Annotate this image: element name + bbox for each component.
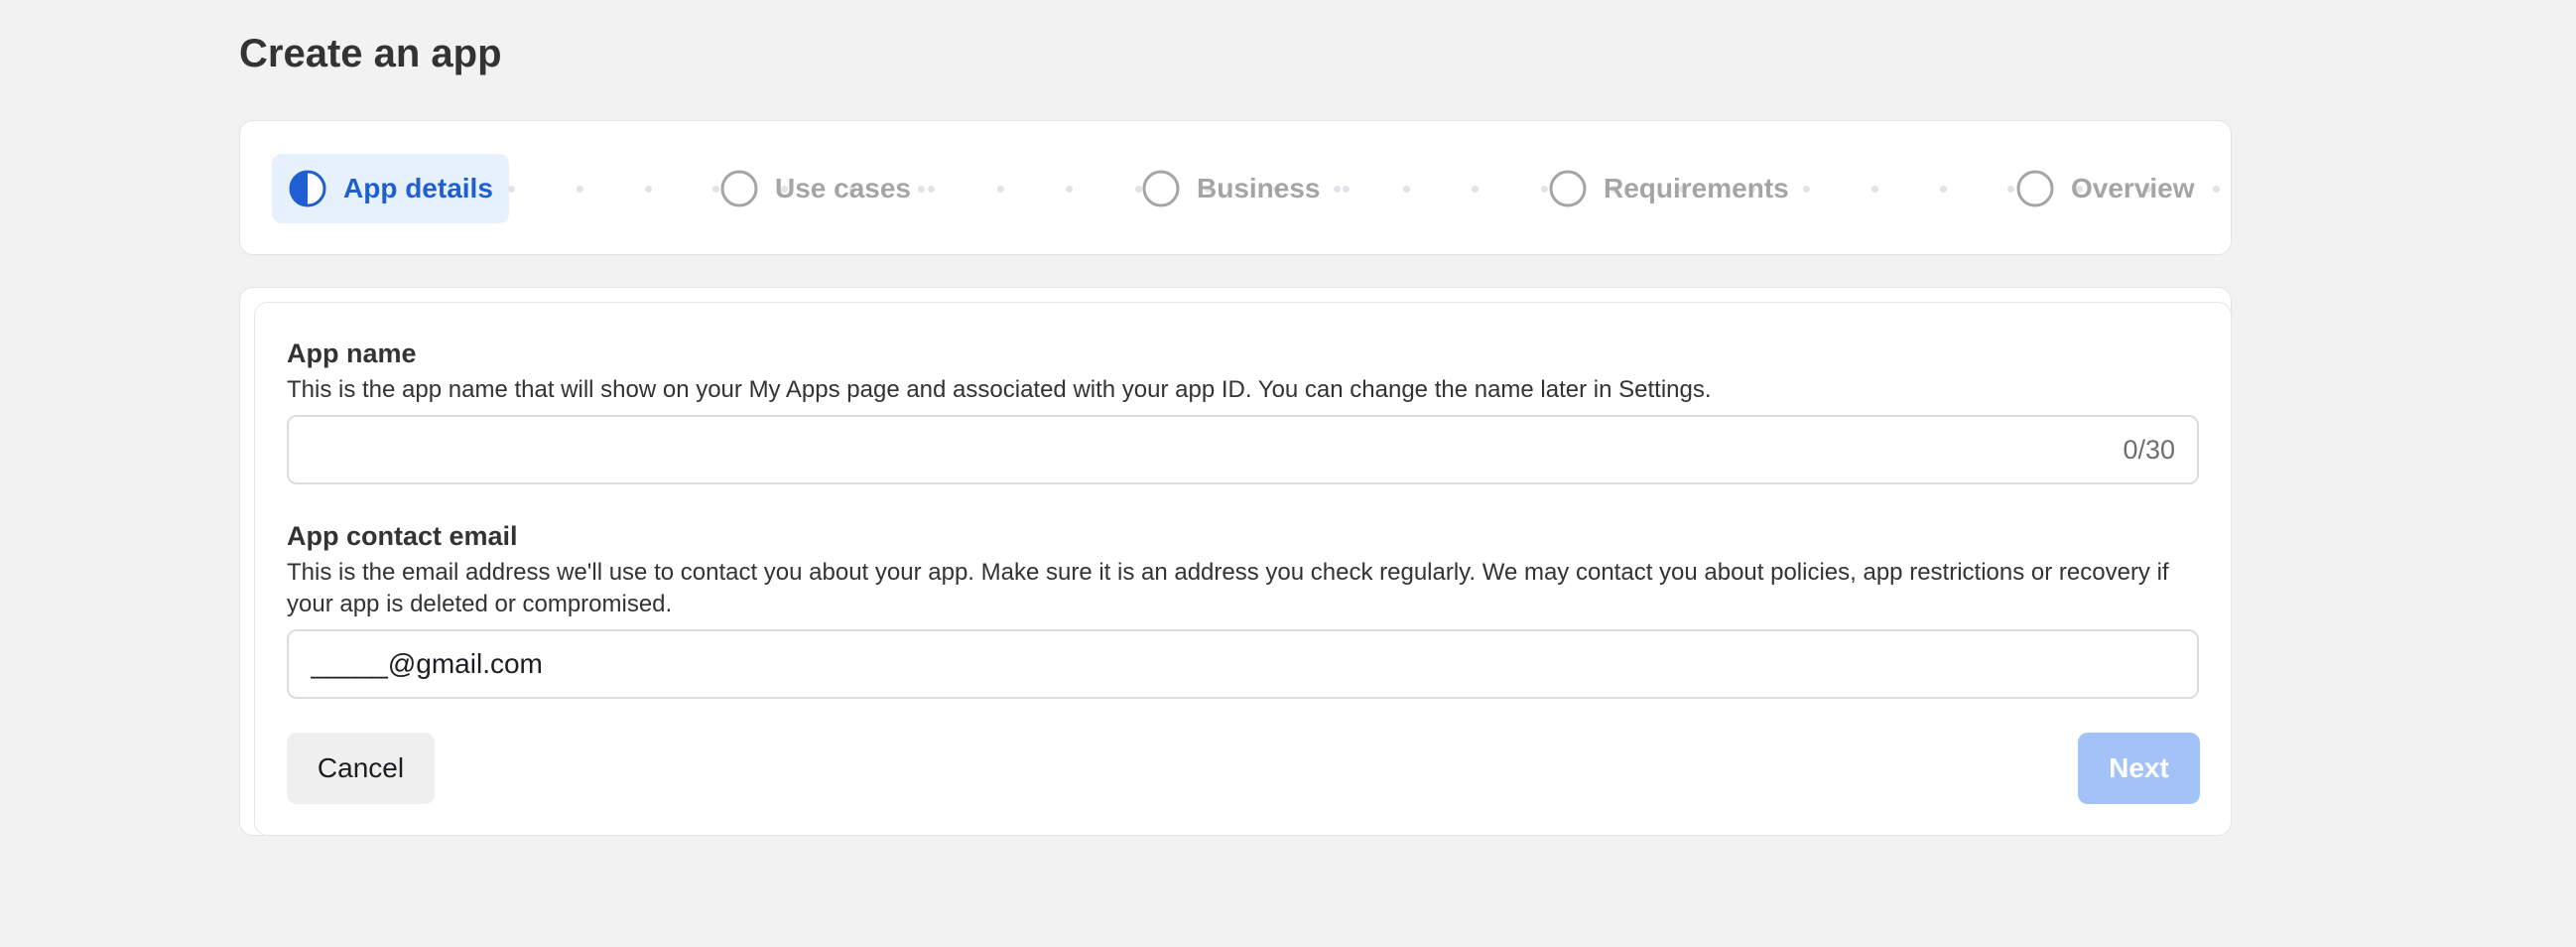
empty-circle-icon	[720, 170, 758, 207]
contact-email-help: This is the email address we'll use to c…	[287, 559, 2169, 617]
next-button[interactable]: Next	[2078, 733, 2200, 804]
step-overview[interactable]: Overview	[2015, 154, 2195, 223]
empty-circle-icon	[1549, 170, 1587, 207]
step-business[interactable]: Business	[1141, 154, 1321, 223]
step-requirements[interactable]: Requirements	[1548, 154, 1789, 223]
step-label: Business	[1197, 173, 1321, 203]
app-name-field: 0/30	[287, 415, 2199, 484]
step-app-details[interactable]: App details	[272, 154, 509, 223]
cancel-button[interactable]: Cancel	[287, 733, 435, 804]
step-label: Use cases	[775, 173, 912, 203]
app-name-label: App name	[287, 338, 417, 368]
step-label: Requirements	[1604, 173, 1789, 203]
step-label: Overview	[2071, 173, 2195, 203]
app-name-help: This is the app name that will show on y…	[287, 376, 1712, 403]
create-app-page: Create an app App details Use cases Busi…	[0, 0, 2576, 947]
app-name-input[interactable]	[289, 417, 2197, 482]
empty-circle-icon	[1142, 170, 1180, 207]
half-filled-circle-icon	[289, 170, 326, 207]
empty-circle-icon	[2016, 170, 2054, 207]
step-use-cases[interactable]: Use cases	[719, 154, 911, 223]
contact-email-label: App contact email	[287, 521, 518, 551]
app-name-char-count: 0/30	[2123, 435, 2175, 465]
step-label: App details	[343, 173, 493, 203]
contact-email-input[interactable]	[289, 631, 2197, 697]
progress-stepper: App details Use cases Business Requireme…	[239, 120, 2232, 255]
contact-email-field	[287, 629, 2199, 699]
page-title: Create an app	[239, 32, 502, 75]
